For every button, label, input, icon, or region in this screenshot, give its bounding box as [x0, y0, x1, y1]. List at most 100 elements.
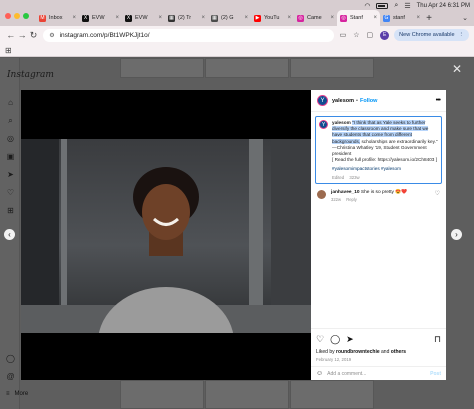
close-tab-icon[interactable]: × — [158, 15, 162, 21]
forward-button[interactable]: → — [16, 30, 27, 40]
comment-body: janhavee_10 She is so pretty 😍❤️ 322w Re… — [331, 190, 435, 202]
close-tab-icon[interactable]: × — [416, 15, 420, 21]
emoji-picker-icon[interactable]: ☺ — [316, 370, 323, 377]
minimize-window-button[interactable] — [14, 13, 20, 19]
notifications-heart-icon[interactable]: ♡ — [6, 188, 15, 197]
search-icon[interactable]: ⌕ — [6, 116, 15, 125]
caption-author-avatar[interactable]: Y — [319, 120, 328, 129]
add-comment-bar: ☺ Add a comment... Post — [311, 366, 446, 380]
caption-meta: Edited 323w — [332, 175, 438, 181]
comment-bubble-icon[interactable]: ◯ — [330, 334, 340, 345]
author-avatar[interactable]: Y — [317, 95, 328, 106]
reply-button[interactable]: Reply — [346, 197, 357, 202]
previous-post-button[interactable]: ‹ — [4, 229, 15, 240]
more-options-icon[interactable]: ••• — [436, 97, 441, 104]
close-modal-icon[interactable]: ✕ — [452, 62, 462, 76]
create-icon[interactable]: ⊞ — [6, 206, 15, 215]
browser-tab[interactable]: X EVW × — [79, 10, 122, 26]
tab-label: (2) Tr — [178, 15, 192, 21]
next-post-button[interactable]: › — [451, 229, 462, 240]
browser-tab[interactable]: ◎ Came × — [294, 10, 337, 26]
chrome-update-button[interactable]: New Chrome available ⋮ — [394, 29, 470, 41]
caption-text[interactable]: yalesom "I think that as Yale seeks to f… — [332, 120, 438, 180]
grid-tile[interactable] — [120, 58, 204, 78]
like-heart-icon[interactable]: ♡ — [316, 334, 324, 345]
post-details-panel: Y yalesom • Follow ••• Y yalesom "I thin… — [311, 90, 446, 380]
reels-icon[interactable]: ▣ — [6, 152, 15, 161]
threads-icon[interactable]: ◯ — [6, 354, 15, 363]
post-header: Y yalesom • Follow ••• — [311, 90, 446, 112]
url-text: instagram.com/p/Bt1WPKJjt1o/ — [59, 31, 150, 39]
browser-tab[interactable]: ▦ (2) G × — [208, 10, 251, 26]
threads-at-icon[interactable]: @ — [6, 372, 15, 381]
follow-button[interactable]: Follow — [360, 98, 377, 104]
share-send-icon[interactable]: ➤ — [346, 334, 354, 345]
more-menu-button[interactable]: ≡ More — [6, 391, 28, 397]
post-date[interactable]: February 12, 2019 — [316, 357, 441, 362]
profile-avatar[interactable]: E — [380, 30, 390, 40]
add-comment-input[interactable]: Add a comment... — [327, 371, 366, 377]
post-actions: ♡ ◯ ➤ ⊓ Liked by roundbrowntechie and ot… — [311, 328, 446, 362]
browser-tab[interactable]: M Inbox × — [36, 10, 79, 26]
close-tab-icon[interactable]: × — [72, 15, 76, 21]
tab-groups-icon[interactable]: ▢ — [367, 31, 374, 39]
close-window-button[interactable] — [5, 13, 11, 19]
site-info-icon[interactable]: ⚙ — [49, 32, 54, 39]
battery-icon[interactable] — [376, 3, 389, 9]
instagram-logo[interactable]: Instagram — [7, 70, 54, 80]
bookmark-star-icon[interactable]: ☆ — [353, 31, 359, 39]
close-tab-icon[interactable]: × — [201, 15, 205, 21]
close-tab-icon[interactable]: × — [373, 15, 377, 21]
grid-tile[interactable] — [120, 380, 204, 409]
close-tab-icon[interactable]: × — [287, 15, 291, 21]
liked-by-others[interactable]: others — [391, 349, 406, 355]
messages-icon[interactable]: ➤ — [6, 170, 15, 179]
browser-tab[interactable]: ▶ YouTu × — [251, 10, 294, 26]
reload-button[interactable]: ↻ — [28, 30, 39, 41]
commenter-username[interactable]: janhavee_10 — [331, 190, 360, 195]
explore-icon[interactable]: ◎ — [6, 134, 15, 143]
action-icons-row: ♡ ◯ ➤ ⊓ — [316, 334, 441, 345]
comment-like-heart-icon[interactable]: ♡ — [435, 190, 440, 197]
close-tab-icon[interactable]: × — [115, 15, 119, 21]
apps-grid-icon[interactable]: ⊞ — [5, 46, 12, 55]
close-tab-icon[interactable]: × — [330, 15, 334, 21]
caption-edited-label: Edited — [332, 174, 345, 180]
cast-icon[interactable]: ▭ — [340, 31, 347, 39]
comment-item: janhavee_10 She is so pretty 😍❤️ 322w Re… — [317, 190, 440, 202]
browser-tab[interactable]: ▦ (2) Tr × — [165, 10, 208, 26]
menubar-datetime[interactable]: Thu Apr 24 6:31 PM — [417, 3, 470, 9]
browser-tab[interactable]: ◎ Stanf × — [337, 10, 380, 26]
close-tab-icon[interactable]: × — [244, 15, 248, 21]
liked-by-user[interactable]: roundbrowntechie — [336, 349, 380, 355]
maximize-window-button[interactable] — [23, 13, 29, 19]
post-photo[interactable] — [21, 90, 311, 380]
caption-hashtags[interactable]: #yalesomimpactstories #yalesom — [332, 166, 438, 172]
tab-label: Came — [307, 15, 322, 21]
commenter-avatar[interactable] — [317, 190, 326, 199]
browser-tab[interactable]: X EVW × — [122, 10, 165, 26]
save-bookmark-icon[interactable]: ⊓ — [434, 334, 441, 345]
caption-username[interactable]: yalesom — [332, 120, 351, 125]
home-icon[interactable]: ⌂ — [6, 98, 15, 107]
chrome-update-label: New Chrome available — [399, 32, 455, 38]
instagram-icon: ◎ — [297, 14, 304, 22]
address-bar-actions: ▭ ☆ ▢ E — [340, 30, 390, 40]
back-button[interactable]: ← — [5, 30, 16, 40]
control-center-icon[interactable]: ☰ — [404, 2, 410, 10]
grid-tile[interactable] — [205, 58, 289, 78]
tab-search-chevron-icon[interactable]: ⌄ — [462, 14, 468, 22]
author-username[interactable]: yalesom — [332, 98, 354, 104]
new-tab-button[interactable]: + — [423, 10, 435, 26]
caption-link-text[interactable]: [ Read the full profile: https://yalesom… — [332, 157, 438, 163]
search-icon[interactable]: ⌕ — [394, 2, 398, 10]
url-omnibox[interactable]: ⚙ instagram.com/p/Bt1WPKJjt1o/ — [43, 28, 334, 42]
bookmarks-bar: ⊞ — [0, 44, 474, 57]
grid-tile[interactable] — [290, 58, 374, 78]
post-comment-button[interactable]: Post — [430, 371, 441, 377]
caption-age: 323w — [349, 174, 360, 180]
grid-tile[interactable] — [290, 380, 374, 409]
grid-tile[interactable] — [205, 380, 289, 409]
wifi-icon[interactable]: ◠ — [364, 2, 370, 10]
browser-tab[interactable]: Gstanf × — [380, 10, 423, 26]
